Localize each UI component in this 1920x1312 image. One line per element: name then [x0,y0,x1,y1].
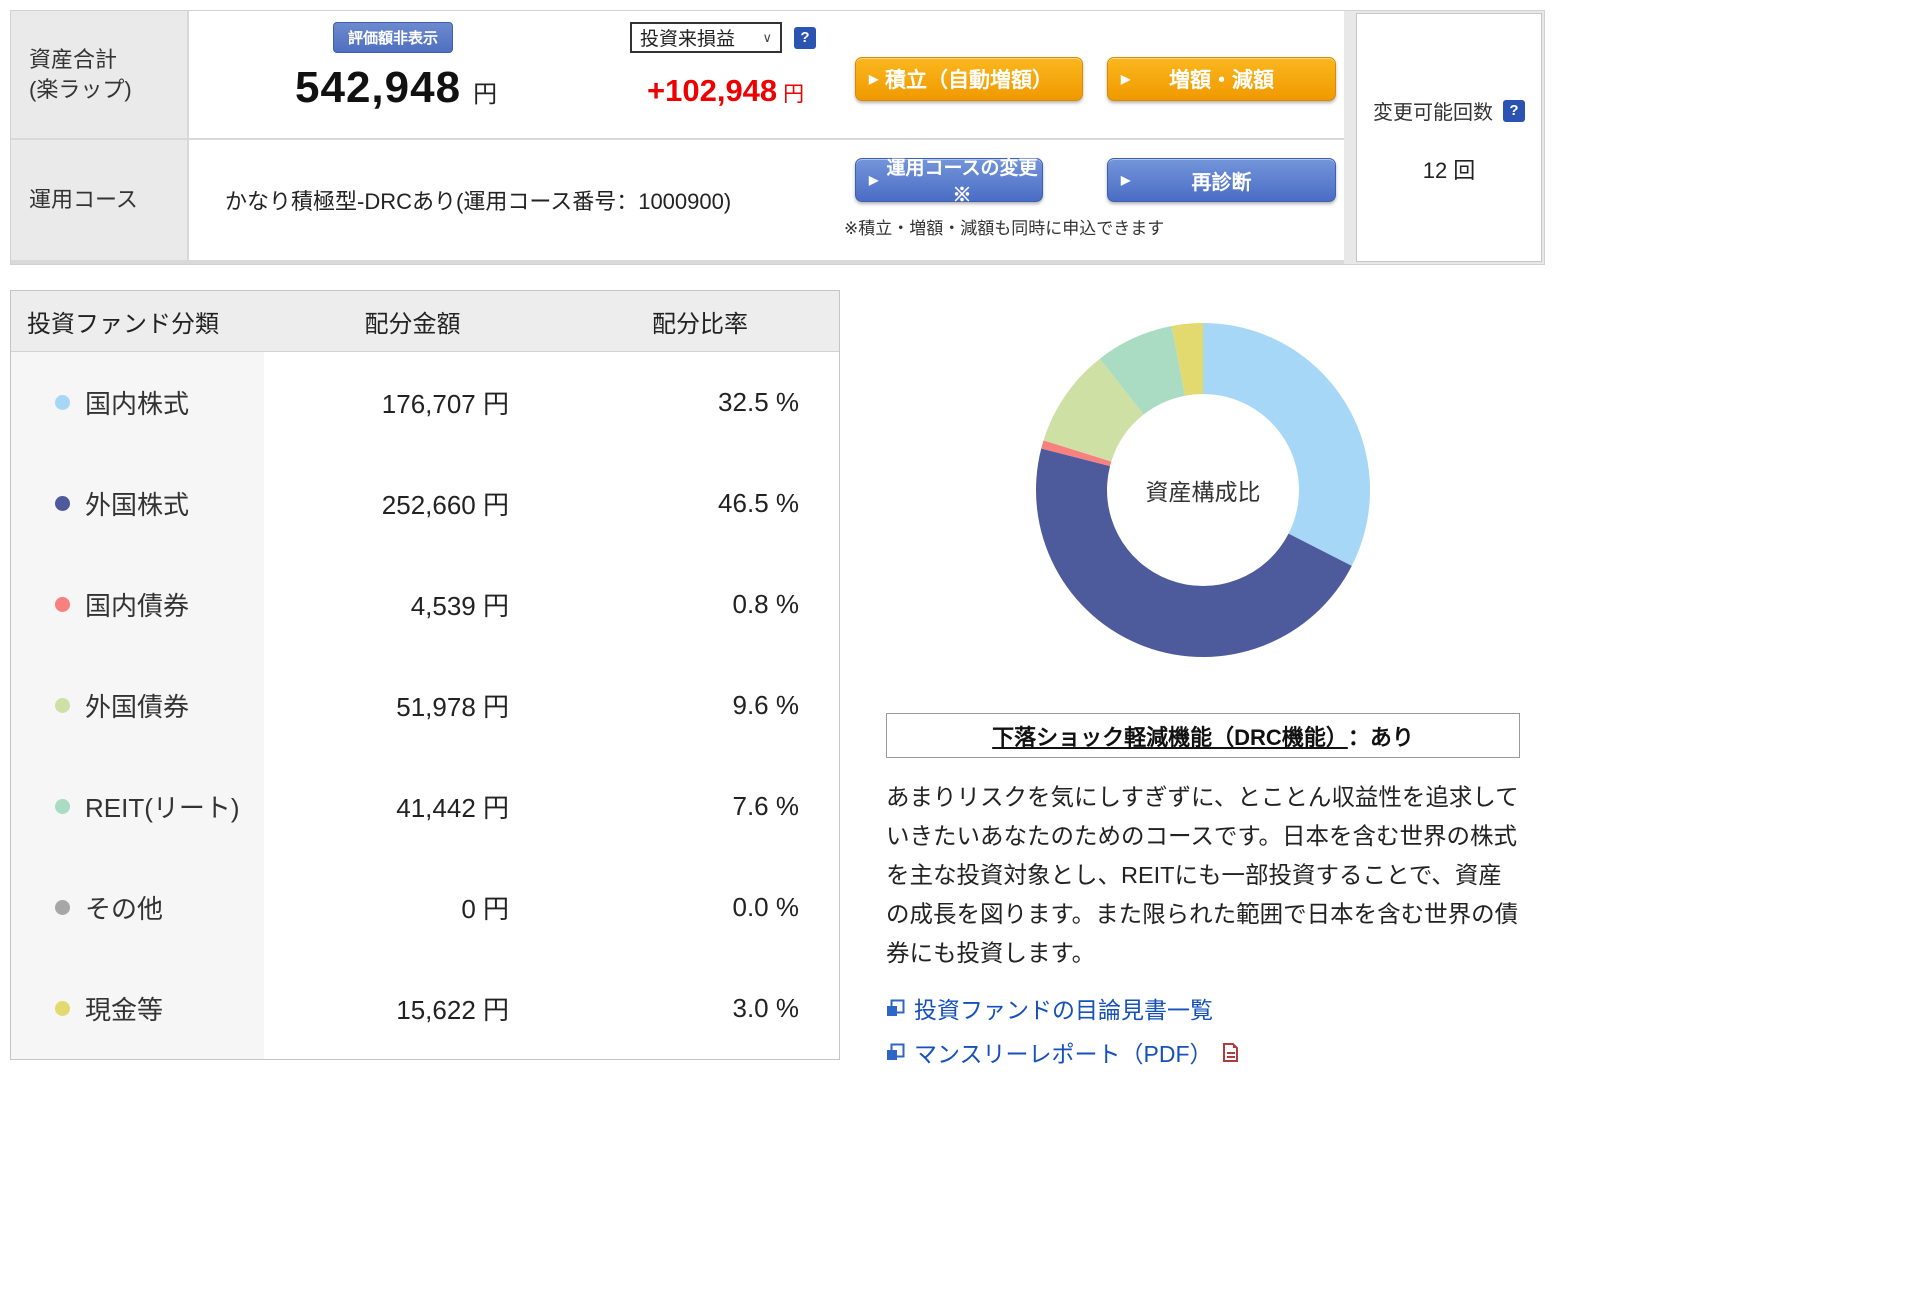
drc-feature-title: 下落ショック軽減機能（DRC機能） [992,724,1348,750]
asset-summary-grid: 資産合計 (楽ラップ) 評価額非表示 542,948 円 投資来損益 ∨ ? +… [11,11,1344,264]
header-allocation-ratio: 配分比率 [652,310,748,338]
allocation-amount: 51,978 円 [396,692,509,722]
hide-valuation-button[interactable]: 評価額非表示 [333,22,454,53]
profit-loss-amount: +102,948 円 [647,73,804,109]
category-color-dot [55,900,70,915]
category-color-dot [55,799,70,814]
table-row: 国内株式 176,707 円 32.5 % [11,352,839,453]
category-label: 国内債券 [85,591,190,621]
course-label: 運用コース [11,140,187,260]
prospectus-link-label: 投資ファンドの目論見書一覧 [914,997,1213,1023]
drc-feature-box: 下落ショック軽減機能（DRC機能） ：あり [886,713,1520,758]
rakuwrap-dashboard: 資産合計 (楽ラップ) 評価額非表示 542,948 円 投資来損益 ∨ ? +… [0,0,1920,1312]
total-asset-value: 542,948 [295,63,462,112]
pl-period-selected-value: 投資来損益 [640,29,736,50]
donut-segment-0 [1203,323,1371,566]
fund-allocation-table: 投資ファンド分類 配分金額 配分比率 国内株式 176,707 円 32.5 %… [10,290,840,1060]
monthly-report-link-label: マンスリーレポート（PDF） [914,1041,1213,1067]
pl-help-icon[interactable]: ? [794,26,816,49]
external-window-icon [887,1043,905,1060]
allocation-amount: 41,442 円 [396,793,509,823]
allocation-ratio: 0.8 % [732,589,800,619]
allocation-ratio: 0.0 % [732,892,800,922]
category-label: REIT(リート) [85,793,240,823]
allocation-amount: 176,707 円 [381,389,509,419]
allocation-amount: 252,660 円 [381,490,509,520]
table-row: 国内債券 4,539 円 0.8 % [11,554,839,655]
category-color-dot [55,1001,70,1016]
table-row: 外国株式 252,660 円 46.5 % [11,453,839,554]
allocation-ratio: 7.6 % [732,791,800,821]
category-label: 外国株式 [85,490,190,520]
change-count-help-icon[interactable]: ? [1503,99,1525,122]
category-color-dot [55,395,70,410]
prospectus-link[interactable]: 投資ファンドの目論見書一覧 [886,991,1520,1025]
allocation-ratio: 32.5 % [718,387,799,417]
table-header-row: 投資ファンド分類 配分金額 配分比率 [11,291,839,352]
change-count-label: 変更可能回数 [1373,102,1493,124]
course-content: かなり積極型-DRCあり(運用コース番号：1000900) ▶ 運用コースの変更… [189,140,1344,260]
category-label: 現金等 [85,995,164,1025]
total-asset-amount: 542,948 円 [295,63,497,113]
pl-period-select[interactable]: 投資来損益 ∨ [630,22,782,53]
allocation-amount: 4,539 円 [410,591,509,621]
asset-total-label: 資産合計 (楽ラップ) [11,11,187,138]
asset-summary-panel: 資産合計 (楽ラップ) 評価額非表示 542,948 円 投資来損益 ∨ ? +… [10,10,1545,265]
category-color-dot [55,698,70,713]
profit-loss-value: +102,948 [647,73,778,108]
change-count-value: 12 回 [1422,158,1476,183]
tsumitate-button[interactable]: ▶ 積立（自動増額） [855,57,1083,101]
category-label: 外国債券 [85,692,190,722]
external-window-icon [887,999,905,1016]
allocation-ratio: 3.0 % [732,993,800,1023]
header-fund-category: 投資ファンド分類 [27,310,219,338]
asset-total-content: 評価額非表示 542,948 円 投資来損益 ∨ ? +102,948 円 ▶ … [189,11,1344,138]
table-row: REIT(リート) 41,442 円 7.6 % [11,756,839,857]
zougaku-genngaku-button[interactable]: ▶ 増額・減額 [1107,57,1336,101]
allocation-ratio: 46.5 % [718,488,799,518]
course-value: かなり積極型-DRCあり(運用コース番号：1000900) [225,189,732,214]
asset-composition-chart: 資産構成比 [1033,320,1373,660]
course-detail-column: 資産構成比 下落ショック軽減機能（DRC機能） ：あり あまりリスクを気にしすぎず… [886,290,1520,1069]
zougaku-button-label: 増額・減額 [1169,69,1274,92]
allocation-ratio: 9.6 % [732,690,800,720]
category-color-dot [55,597,70,612]
change-count-box: 変更可能回数 ? 12 回 [1356,13,1542,262]
arrow-right-icon: ▶ [1121,72,1131,86]
course-change-button[interactable]: ▶ 運用コースの変更※ [855,158,1043,206]
table-row: 現金等 15,622 円 3.0 % [11,958,839,1059]
tsumitate-button-label: 積立（自動増額） [885,69,1053,92]
header-allocation-amount: 配分金額 [364,310,461,338]
pdf-file-icon [1222,1042,1238,1062]
course-note: ※積立・増額・減額も同時に申込できます [844,219,1165,238]
donut-chart-svg [1036,323,1371,658]
arrow-right-icon: ▶ [1121,173,1131,187]
arrow-right-icon: ▶ [869,72,879,86]
course-description: あまりリスクを気にしすぎずに、とことん収益性を追求していきたいあなたのためのコー… [886,784,1519,966]
course-change-button-label: 運用コースの変更※ [886,158,1038,206]
monthly-report-link[interactable]: マンスリーレポート（PDF） [886,1035,1520,1069]
allocation-amount: 0 円 [461,894,509,924]
table-row: 外国債券 51,978 円 9.6 % [11,655,839,756]
rediagnosis-button-label: 再診断 [1191,171,1252,194]
document-links: 投資ファンドの目論見書一覧 マンスリーレポート（PDF） [886,991,1520,1069]
profit-loss-unit: 円 [783,83,805,106]
category-color-dot [55,496,70,511]
arrow-right-icon: ▶ [869,173,879,187]
category-label: その他 [85,894,164,924]
allocation-amount: 15,622 円 [396,995,509,1025]
rediagnosis-button[interactable]: ▶ 再診断 [1107,158,1336,202]
table-row: その他 0 円 0.0 % [11,857,839,958]
chevron-down-icon: ∨ [762,29,772,45]
drc-feature-status: ：あり [1347,724,1414,750]
total-asset-unit: 円 [473,81,498,108]
category-label: 国内株式 [85,389,190,419]
